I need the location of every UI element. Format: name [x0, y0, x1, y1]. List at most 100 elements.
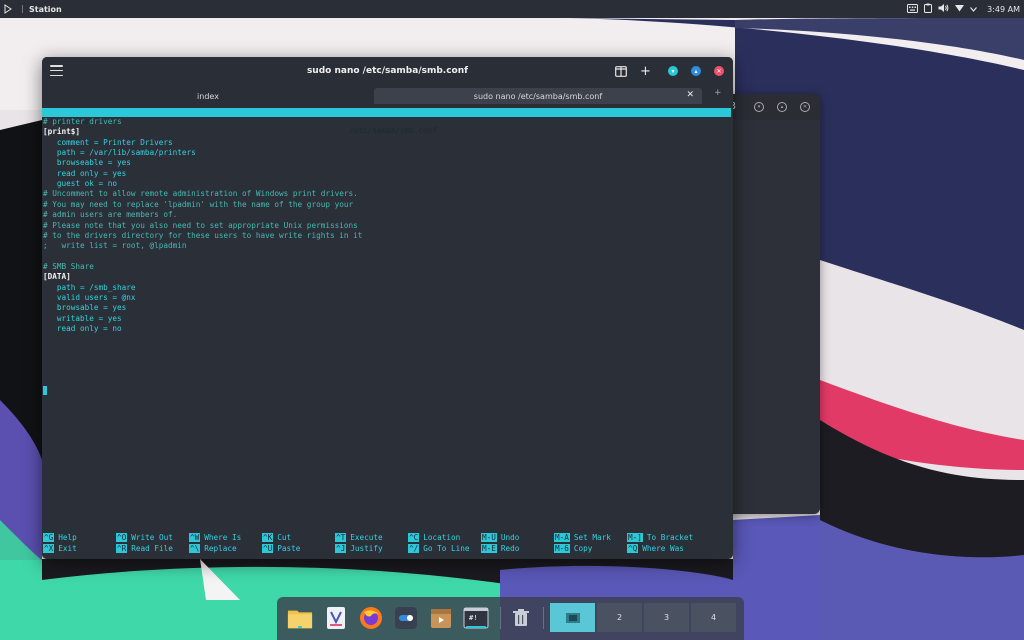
- tab-index[interactable]: index: [42, 88, 374, 104]
- split-view-icon[interactable]: [615, 65, 627, 77]
- shortcut-item[interactable]: M-A Set Mark: [554, 533, 611, 543]
- shortcut-item[interactable]: M-U Undo: [481, 533, 519, 543]
- shortcut-key: M-]: [627, 533, 643, 542]
- shortcut-key: ^G: [43, 533, 55, 542]
- workspace-2[interactable]: 2: [597, 603, 642, 632]
- shortcut-item[interactable]: ^W Where Is: [189, 533, 241, 543]
- launcher-icon[interactable]: [0, 0, 16, 18]
- terminal-header-bar[interactable]: sudo nano /etc/samba/smb.conf + ▾ ▴ ✕: [42, 57, 733, 86]
- shortcut-item[interactable]: ^J Justify: [335, 543, 383, 554]
- editor-line[interactable]: browsable = yes: [43, 303, 126, 313]
- terminal-app-icon[interactable]: #!: [463, 605, 489, 631]
- editor-line[interactable]: # printer drivers: [43, 117, 122, 127]
- close-button[interactable]: ✕: [714, 65, 724, 77]
- shortcut-label: Exit: [58, 543, 77, 553]
- workspace-4[interactable]: 4: [691, 603, 736, 632]
- terminal-window[interactable]: sudo nano /etc/samba/smb.conf + ▾ ▴ ✕ in…: [42, 57, 733, 559]
- terminal-content[interactable]: GNU nano 6.0 /etc/samba/smb.conf # print…: [42, 106, 733, 559]
- shortcut-label: Where Was: [642, 543, 684, 553]
- settings-toggle-app-icon[interactable]: [393, 605, 419, 631]
- editor-line[interactable]: browseable = yes: [43, 158, 131, 168]
- workspace-label: 3: [663, 613, 670, 622]
- editor-line[interactable]: path = /var/lib/samba/printers: [43, 148, 196, 158]
- shortcut-item[interactable]: M-] To Bracket: [627, 533, 693, 543]
- shortcut-item[interactable]: ^X Exit: [43, 543, 77, 554]
- package-installer-app-icon[interactable]: [428, 605, 454, 631]
- shortcut-label: Location: [423, 533, 461, 542]
- wifi-icon[interactable]: [955, 4, 965, 14]
- editor-line[interactable]: # Uncomment to allow remote administrati…: [43, 189, 358, 199]
- shortcut-item[interactable]: ^/Go To Line: [408, 543, 470, 554]
- shortcut-key: M-6: [554, 543, 570, 553]
- editor-line[interactable]: # You may need to replace 'lpadmin' with…: [43, 200, 353, 210]
- shortcut-key: ^U: [262, 543, 274, 553]
- shortcut-item[interactable]: ^O Write Out: [116, 533, 173, 543]
- tab-smb-conf[interactable]: sudo nano /etc/samba/smb.conf ✕: [374, 88, 702, 104]
- shortcut-item[interactable]: ^T Execute: [335, 533, 383, 543]
- editor-line[interactable]: [DATA]: [43, 272, 71, 282]
- shortcut-item[interactable]: ^\ Replace: [189, 543, 237, 554]
- minimize-icon[interactable]: ▾: [668, 66, 678, 76]
- workspace-1[interactable]: [550, 603, 595, 632]
- shortcut-label: Cut: [277, 533, 292, 542]
- workspace-3[interactable]: 3: [644, 603, 689, 632]
- editor-line[interactable]: comment = Printer Drivers: [43, 138, 173, 148]
- minimize-icon[interactable]: ▾: [754, 102, 764, 112]
- tab-bar: index sudo nano /etc/samba/smb.conf ✕: [42, 86, 733, 106]
- shortcut-item[interactable]: ^Q Where Was: [627, 543, 684, 554]
- shortcut-item[interactable]: ^R Read File: [116, 543, 173, 554]
- files-app-icon[interactable]: [287, 605, 313, 631]
- background-terminal-window[interactable]: 3 ▾ ▴ ✕: [720, 94, 820, 514]
- running-indicator: [298, 626, 302, 628]
- maximize-button[interactable]: ▴: [691, 65, 701, 77]
- editor-line[interactable]: # SMB Share: [43, 262, 94, 272]
- shortcut-item[interactable]: ^K Cut: [262, 533, 291, 543]
- panel-separator: [22, 5, 23, 13]
- editor-line[interactable]: ; write list = root, @lpadmin: [43, 241, 186, 251]
- close-tab-icon[interactable]: ✕: [686, 90, 694, 100]
- add-tab-icon[interactable]: +: [714, 88, 722, 98]
- shortcut-item[interactable]: ^U Paste: [262, 543, 300, 554]
- editor-line[interactable]: # to the drivers directory for these use…: [43, 231, 362, 241]
- shortcut-label: To Bracket: [646, 533, 694, 542]
- editor-line[interactable]: [print$]: [43, 127, 80, 137]
- shortcut-label: Read File: [131, 543, 173, 553]
- nano-filename: /etc/samba/smb.conf: [349, 126, 437, 135]
- text-editor-app-icon[interactable]: [323, 605, 349, 631]
- system-tray: 3:49 AM: [907, 0, 1020, 18]
- editor-line[interactable]: # admin users are members of.: [43, 210, 177, 220]
- shortcut-key: ^Q: [627, 543, 639, 553]
- clipboard-icon[interactable]: [924, 3, 933, 15]
- workspace-label: 2: [616, 613, 623, 622]
- keyboard-icon[interactable]: [907, 3, 919, 15]
- editor-line[interactable]: guest ok = no: [43, 179, 117, 189]
- editor-line[interactable]: path = /smb_share: [43, 283, 136, 293]
- editor-line[interactable]: # Please note that you also need to set …: [43, 221, 358, 231]
- shortcut-key: ^T: [335, 533, 347, 542]
- shortcut-item[interactable]: ^C Location: [408, 533, 460, 543]
- minimize-button[interactable]: ▾: [668, 65, 678, 77]
- shortcut-item[interactable]: M-E Redo: [481, 543, 520, 554]
- maximize-icon[interactable]: ▴: [691, 66, 701, 76]
- trash-icon[interactable]: [508, 605, 534, 631]
- shortcut-label: Go To Line: [423, 543, 470, 553]
- maximize-icon[interactable]: ▴: [777, 102, 787, 112]
- volume-icon[interactable]: [938, 3, 949, 15]
- shortcut-label: Write Out: [131, 533, 173, 542]
- close-icon[interactable]: ✕: [800, 102, 810, 112]
- editor-line[interactable]: read only = no: [43, 324, 122, 334]
- shortcut-item[interactable]: M-6 Copy: [554, 543, 592, 554]
- shortcut-label: Redo: [500, 543, 520, 553]
- shortcut-item[interactable]: ^G Help: [43, 533, 77, 543]
- editor-line[interactable]: valid users = @nx: [43, 293, 136, 303]
- editor-line[interactable]: writable = yes: [43, 314, 122, 324]
- clock[interactable]: 3:49 AM: [987, 5, 1020, 14]
- close-icon[interactable]: ✕: [714, 66, 724, 76]
- firefox-app-icon[interactable]: [358, 605, 384, 631]
- active-app-name: Station: [29, 4, 62, 14]
- shortcut-label: Help: [58, 533, 77, 542]
- new-tab-icon[interactable]: +: [640, 64, 651, 79]
- power-menu-icon[interactable]: [970, 5, 978, 14]
- editor-line[interactable]: read only = yes: [43, 169, 126, 179]
- shortcut-key: ^X: [43, 543, 55, 553]
